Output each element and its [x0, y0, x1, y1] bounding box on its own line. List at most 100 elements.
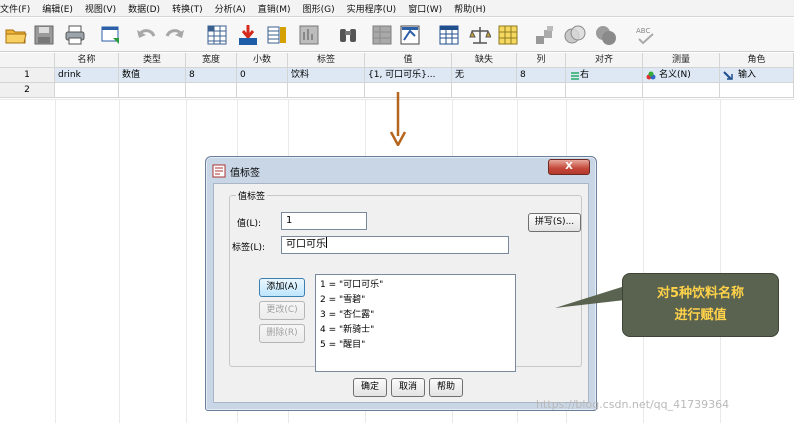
close-icon: X: [565, 161, 573, 172]
weight-cases-icon[interactable]: [468, 23, 492, 47]
column-header-measure[interactable]: 测量: [643, 53, 720, 68]
down-arrow-icon: [389, 92, 407, 146]
undo-icon[interactable]: [134, 23, 158, 47]
cell-missing[interactable]: 无: [452, 68, 517, 83]
cell-type[interactable]: [119, 83, 186, 98]
cell-missing[interactable]: [452, 83, 517, 98]
goto-variable-icon[interactable]: [236, 23, 260, 47]
row-number[interactable]: 2: [0, 83, 55, 98]
save-icon[interactable]: [32, 23, 56, 47]
svg-text:ABC: ABC: [636, 27, 650, 35]
row-number[interactable]: 1: [0, 68, 55, 83]
value-labels-icon[interactable]: [533, 23, 557, 47]
menu-utilities[interactable]: 实用程序(U): [341, 2, 403, 15]
watermark: https://blog.csdn.net/qq_41739364: [536, 398, 730, 411]
cell-type[interactable]: 数值: [119, 68, 186, 83]
column-header-align[interactable]: 对齐: [566, 53, 643, 68]
cell-role[interactable]: [720, 83, 794, 98]
menu-direct-marketing[interactable]: 直销(M): [252, 2, 297, 15]
menu-edit[interactable]: 编辑(E): [36, 2, 79, 15]
label-input-value: 可口可乐: [286, 239, 326, 250]
callout-line-1: 对5种饮料名称: [656, 286, 745, 301]
list-item[interactable]: 3 = "杏仁露": [320, 308, 511, 323]
column-header-type[interactable]: 类型: [119, 53, 186, 68]
column-header-missing[interactable]: 缺失: [452, 53, 517, 68]
value-labels-list[interactable]: 1 = "可口可乐" 2 = "雪碧" 3 = "杏仁露" 4 = "新骑士" …: [315, 274, 516, 372]
value-labels-group: 值标签 值(L): 1 标签(L): 可口可乐 拼写(S)... 添加(A) 更…: [229, 189, 582, 372]
menu-bar: 文件(F) 编辑(E) 视图(V) 数据(D) 转换(T) 分析(A) 直销(M…: [0, 0, 794, 17]
column-header-label[interactable]: 标签: [288, 53, 365, 68]
cancel-button[interactable]: 取消: [391, 378, 425, 397]
help-button[interactable]: 帮助: [429, 378, 463, 397]
column-header-values[interactable]: 值: [365, 53, 452, 68]
cell-align[interactable]: [566, 83, 643, 98]
list-item[interactable]: 4 = "新骑士": [320, 323, 511, 338]
menu-transform[interactable]: 转换(T): [166, 2, 209, 15]
menu-help[interactable]: 帮助(H): [448, 2, 492, 15]
cell-decimals[interactable]: [237, 83, 288, 98]
menu-data[interactable]: 数据(D): [122, 2, 166, 15]
cell-width[interactable]: 8: [186, 68, 237, 83]
list-item[interactable]: 1 = "可口可乐": [320, 278, 511, 293]
cell-measure[interactable]: [643, 83, 720, 98]
print-icon[interactable]: [63, 23, 87, 47]
align-right-icon: [570, 71, 580, 81]
dialog-title: 值标签: [230, 167, 260, 179]
redo-icon[interactable]: [163, 23, 187, 47]
find-icon[interactable]: [336, 23, 360, 47]
change-button[interactable]: 更改(C): [259, 301, 305, 320]
menu-view[interactable]: 视图(V): [79, 2, 122, 15]
value-input[interactable]: 1: [281, 212, 367, 230]
dialog-recall-icon[interactable]: [99, 23, 123, 47]
ok-button[interactable]: 确定: [353, 378, 387, 397]
input-role-icon: [723, 71, 733, 81]
add-button[interactable]: 添加(A): [259, 278, 305, 297]
spelling-icon[interactable]: ABC: [634, 23, 658, 47]
spelling-button[interactable]: 拼写(S)...: [528, 213, 581, 232]
label-input[interactable]: 可口可乐: [281, 236, 509, 254]
use-variable-sets-icon[interactable]: [563, 23, 587, 47]
list-item[interactable]: 2 = "雪碧": [320, 293, 511, 308]
callout-pointer: [555, 286, 625, 308]
run-descriptives-icon[interactable]: [297, 23, 321, 47]
cell-decimals[interactable]: 0: [237, 68, 288, 83]
menu-window[interactable]: 窗口(W): [402, 2, 448, 15]
variables-icon[interactable]: [265, 23, 289, 47]
show-all-variables-icon[interactable]: [594, 23, 618, 47]
annotation-callout: 对5种饮料名称 进行赋值: [622, 273, 779, 337]
column-header-columns[interactable]: 列: [517, 53, 566, 68]
column-header-name[interactable]: 名称: [55, 53, 119, 68]
menu-analyze[interactable]: 分析(A): [209, 2, 252, 15]
cell-columns[interactable]: 8: [517, 68, 566, 83]
column-header-decimals[interactable]: 小数: [237, 53, 288, 68]
dialog-body: 值标签 值(L): 1 标签(L): 可口可乐 拼写(S)... 添加(A) 更…: [213, 183, 589, 403]
cell-name[interactable]: [55, 83, 119, 98]
cell-width[interactable]: [186, 83, 237, 98]
callout-line-2: 进行赋值: [674, 308, 727, 323]
cell-label[interactable]: 饮料: [288, 68, 365, 83]
column-header-width[interactable]: 宽度: [186, 53, 237, 68]
nominal-measure-icon: [646, 71, 656, 81]
open-folder-icon[interactable]: [4, 23, 28, 47]
column-header-role[interactable]: 角色: [720, 53, 794, 68]
cell-columns[interactable]: [517, 83, 566, 98]
label-field-label: 标签(L):: [232, 243, 266, 253]
remove-button[interactable]: 删除(R): [259, 324, 305, 343]
value-field-label: 值(L):: [237, 219, 262, 229]
menu-file[interactable]: 文件(F): [0, 2, 36, 15]
insert-cases-icon[interactable]: [370, 23, 394, 47]
goto-case-icon[interactable]: [205, 23, 229, 47]
toolbar: ABC: [0, 18, 794, 52]
corner-cell: [0, 53, 55, 68]
cell-name[interactable]: drink: [55, 68, 119, 83]
list-item[interactable]: 5 = "醒目": [320, 338, 511, 353]
menu-graphs[interactable]: 图形(G): [297, 2, 341, 15]
cell-label[interactable]: [288, 83, 365, 98]
split-file-icon[interactable]: [437, 23, 461, 47]
close-button[interactable]: X: [548, 159, 590, 175]
cell-values[interactable]: {1, 可口可乐}...: [365, 68, 452, 83]
insert-variable-icon[interactable]: [398, 23, 422, 47]
select-cases-icon[interactable]: [496, 23, 520, 47]
app-icon: [212, 164, 226, 178]
group-label: 值标签: [236, 189, 268, 202]
